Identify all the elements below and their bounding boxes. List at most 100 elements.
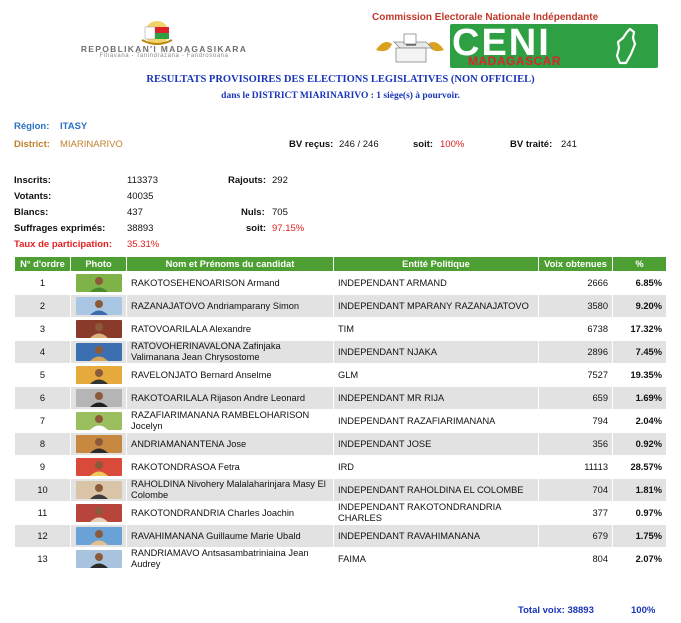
candidate-photo <box>75 550 122 568</box>
vote-percentage: 1.69% <box>612 386 667 410</box>
bv-recus-value: 246 / 246 <box>339 139 379 150</box>
table-row: 4 RATOVOHERINAVALONA Zafinjaka Valimanana… <box>14 340 667 364</box>
candidate-name: RAKOTOARILALA Rijason Andre Leonard <box>126 386 334 410</box>
candidate-photo <box>75 320 122 338</box>
rajouts-value: 292 <box>272 175 288 186</box>
candidate-number: 2 <box>14 294 71 318</box>
candidate-photo-cell <box>70 271 127 295</box>
candidate-name: RAHOLDINA Nivohery Malalaharinjara Masy … <box>126 478 334 502</box>
candidate-photo <box>75 297 122 315</box>
table-row: 6 RAKOTOARILALA Rijason Andre Leonard INDE… <box>14 386 667 410</box>
votes-obtained: 2896 <box>538 340 613 364</box>
blancs-value: 437 <box>127 207 143 218</box>
candidate-name: RAKOTONDRANDRIA Charles Joachin <box>126 501 334 525</box>
candidate-photo-cell <box>70 432 127 456</box>
vote-percentage: 0.92% <box>612 432 667 456</box>
vote-percentage: 6.85% <box>612 271 667 295</box>
political-entity: INDEPENDANT RAZAFIARIMANANA <box>333 409 539 433</box>
candidate-name: RANDRIAMAVO Antsasambatriniaina Jean Aud… <box>126 547 334 571</box>
header-candidat: Nom et Prénoms du candidat <box>126 256 334 272</box>
candidate-name: ANDRIAMANANTENA Jose <box>126 432 334 456</box>
candidate-photo-cell <box>70 409 127 433</box>
votes-obtained: 2666 <box>538 271 613 295</box>
header-voix: Voix obtenues <box>538 256 613 272</box>
candidate-photo <box>75 458 122 476</box>
header-photo: Photo <box>70 256 127 272</box>
candidate-number: 11 <box>14 501 71 525</box>
page-subtitle: dans le DISTRICT MIARINARIVO : 1 siège(s… <box>221 91 460 101</box>
votes-obtained: 377 <box>538 501 613 525</box>
inscrits-value: 113373 <box>127 175 158 186</box>
table-row: 3 RATOVOARILALA Alexandre TIM 6738 17.32% <box>14 317 667 341</box>
inscrits-label: Inscrits: <box>14 175 51 186</box>
candidate-photo <box>75 435 122 453</box>
republic-motto: Fitiavana - Tanindrazana - Fandrosoana <box>99 53 229 59</box>
candidate-number: 13 <box>14 547 71 571</box>
total-percent-value: 100% <box>631 605 656 616</box>
table-row: 11 RAKOTONDRANDRIA Charles Joachin INDEPEN… <box>14 501 667 525</box>
candidate-photo <box>75 481 122 499</box>
candidate-name: RAKOTONDRASOA Fetra <box>126 455 334 479</box>
candidate-name: RAVELONJATO Bernard Anselme <box>126 363 334 387</box>
vote-percentage: 0.97% <box>612 501 667 525</box>
political-entity: INDEPENDANT JOSE <box>333 432 539 456</box>
votes-obtained: 704 <box>538 478 613 502</box>
region-label: Région: <box>14 121 50 132</box>
vote-percentage: 7.45% <box>612 340 667 364</box>
suffrages-value: 38893 <box>127 223 154 234</box>
candidate-number: 4 <box>14 340 71 364</box>
candidate-photo <box>75 343 122 361</box>
candidate-photo <box>75 274 122 292</box>
total-label: Total voix: <box>518 605 565 616</box>
political-entity: IRD <box>333 455 539 479</box>
vote-percentage: 9.20% <box>612 294 667 318</box>
political-entity: INDEPENDANT RAKOTONDRANDRIA CHARLES <box>333 501 539 525</box>
votes-obtained: 794 <box>538 409 613 433</box>
political-entity: INDEPENDANT MPARANY RAZANAJATOVO <box>333 294 539 318</box>
candidate-photo <box>75 527 122 545</box>
candidate-photo <box>75 412 122 430</box>
bv-traite-value: 241 <box>561 139 577 150</box>
table-row: 7 RAZAFIARIMANANA RAMBELOHARISON Jocelyn I… <box>14 409 667 433</box>
candidate-number: 3 <box>14 317 71 341</box>
candidate-photo-cell <box>70 524 127 548</box>
region-value: ITASY <box>60 121 88 132</box>
political-entity: INDEPENDANT NJAKA <box>333 340 539 364</box>
votes-obtained: 3580 <box>538 294 613 318</box>
district-value: MIARINARIVO <box>60 139 123 150</box>
total-votes-line: Total voix: 38893 <box>518 605 594 616</box>
candidate-number: 10 <box>14 478 71 502</box>
table-row: 1 RAKOTOSEHENOARISON Armand INDEPENDANT AR… <box>14 271 667 295</box>
table-row: 10 RAHOLDINA Nivohery Malalaharinjara Mas… <box>14 478 667 502</box>
votes-obtained: 679 <box>538 524 613 548</box>
political-entity: TIM <box>333 317 539 341</box>
table-row: 12 RAVAHIMANANA Guillaume Marie Ubald INDE… <box>14 524 667 548</box>
table-row: 5 RAVELONJATO Bernard Anselme GLM 7527 19.35… <box>14 363 667 387</box>
votes-obtained: 659 <box>538 386 613 410</box>
candidate-photo-cell <box>70 386 127 410</box>
vote-percentage: 19.35% <box>612 363 667 387</box>
page-title: RESULTATS PROVISOIRES DES ELECTIONS LEGI… <box>146 74 535 85</box>
candidate-photo-cell <box>70 501 127 525</box>
candidate-photo-cell <box>70 340 127 364</box>
candidate-number: 12 <box>14 524 71 548</box>
bv-recus-label: BV reçus: <box>289 139 334 150</box>
votants-label: Votants: <box>14 191 52 202</box>
suffrages-label: Suffrages exprimés: <box>14 223 106 234</box>
votes-obtained: 6738 <box>538 317 613 341</box>
nuls-label: Nuls: <box>241 207 265 218</box>
table-row: 2 RAZANAJATOVO Andriamparany Simon INDEPEN… <box>14 294 667 318</box>
candidate-number: 7 <box>14 409 71 433</box>
vote-percentage: 2.04% <box>612 409 667 433</box>
candidate-photo <box>75 504 122 522</box>
ceni-logo-subtitle: MADAGASCAR <box>468 54 561 68</box>
candidate-number: 5 <box>14 363 71 387</box>
vote-percentage: 1.75% <box>612 524 667 548</box>
votes-obtained: 356 <box>538 432 613 456</box>
district-label: District: <box>14 139 50 150</box>
candidate-number: 1 <box>14 271 71 295</box>
candidate-name: RATOVOARILALA Alexandre <box>126 317 334 341</box>
candidate-photo-cell <box>70 317 127 341</box>
vote-percentage: 1.81% <box>612 478 667 502</box>
candidate-photo-cell <box>70 547 127 571</box>
